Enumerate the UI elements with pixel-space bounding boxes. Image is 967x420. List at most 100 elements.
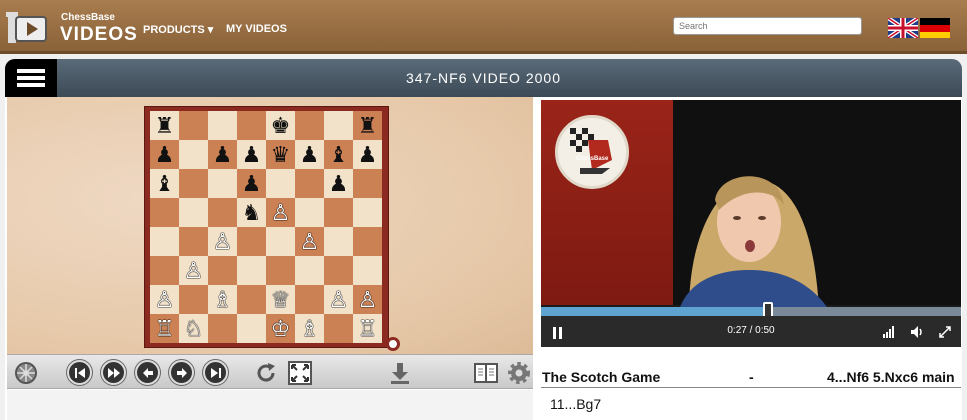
previous-move-icon[interactable]	[135, 360, 160, 385]
first-move-icon[interactable]	[67, 360, 92, 385]
board-square[interactable]	[179, 169, 208, 198]
board-square[interactable]: ♟	[353, 140, 382, 169]
fullscreen-video-icon[interactable]	[939, 325, 951, 343]
board-square[interactable]: ♙	[295, 227, 324, 256]
video-progress-bar[interactable]	[541, 302, 961, 321]
board-square[interactable]: ♜	[150, 111, 179, 140]
board-square[interactable]	[208, 256, 237, 285]
notation-book-icon[interactable]	[473, 360, 498, 385]
board-square[interactable]: ♖	[353, 314, 382, 343]
board-square[interactable]	[324, 198, 353, 227]
uk-flag-icon[interactable]	[888, 18, 918, 38]
board-square[interactable]: ♟	[208, 140, 237, 169]
board-square[interactable]: ♙	[324, 285, 353, 314]
board-square[interactable]: ♙	[208, 227, 237, 256]
board-squares[interactable]: ♜ ♚ ♜ ♟ ♟ ♟ ♛ ♟ ♝ ♟ ♝ ♟ ♟ ♞ ♙ ♙ ♙ ♙ ♙ ♗ ♕ ♙ ♙ ♖ ♘ ♔ ♗ ♖	[150, 111, 382, 343]
fast-forward-icon[interactable]	[101, 360, 126, 385]
board-square[interactable]	[150, 198, 179, 227]
chess-piece[interactable]: ♕	[271, 288, 291, 311]
board-square[interactable]: ♙	[266, 198, 295, 227]
board-square[interactable]	[237, 227, 266, 256]
chess-piece[interactable]: ♖	[155, 317, 175, 340]
chess-piece[interactable]: ♟	[300, 143, 320, 166]
board-square[interactable]: ♟	[295, 140, 324, 169]
board-square[interactable]: ♙	[353, 285, 382, 314]
chess-piece[interactable]: ♗	[300, 317, 320, 340]
board-square[interactable]: ♟	[324, 169, 353, 198]
board-square[interactable]	[179, 111, 208, 140]
next-move-icon[interactable]	[169, 360, 194, 385]
chess-piece[interactable]: ♜	[155, 114, 175, 137]
chess-piece[interactable]: ♟	[155, 143, 175, 166]
chess-piece[interactable]: ♟	[242, 172, 262, 195]
board-square[interactable]	[295, 198, 324, 227]
board-square[interactable]: ♛	[266, 140, 295, 169]
board-square[interactable]: ♟	[150, 140, 179, 169]
fullscreen-icon[interactable]	[287, 360, 312, 385]
volume-icon[interactable]	[911, 325, 925, 343]
nav-products[interactable]: PRODUCTS ▾	[143, 23, 213, 36]
board-square[interactable]	[208, 169, 237, 198]
chess-piece[interactable]: ♞	[242, 201, 262, 224]
chess-piece[interactable]: ♙	[155, 288, 175, 311]
board-square[interactable]	[237, 285, 266, 314]
video-player[interactable]: ChessBase 0:27 / 0:50	[541, 100, 961, 347]
chess-piece[interactable]: ♟	[213, 143, 233, 166]
board-square[interactable]: ♟	[237, 140, 266, 169]
board-square[interactable]	[295, 256, 324, 285]
board-square[interactable]	[179, 285, 208, 314]
chess-piece[interactable]: ♝	[155, 172, 175, 195]
chess-piece[interactable]: ♘	[184, 317, 204, 340]
chess-piece[interactable]: ♙	[184, 259, 204, 282]
board-square[interactable]	[266, 256, 295, 285]
board-square[interactable]	[150, 227, 179, 256]
board-square[interactable]: ♔	[266, 314, 295, 343]
chess-piece[interactable]: ♙	[213, 230, 233, 253]
board-square[interactable]	[295, 169, 324, 198]
board-square[interactable]	[237, 111, 266, 140]
board-square[interactable]	[324, 111, 353, 140]
board-square[interactable]	[208, 314, 237, 343]
board-square[interactable]: ♞	[237, 198, 266, 227]
quality-icon[interactable]	[883, 325, 895, 343]
last-move-icon[interactable]	[203, 360, 228, 385]
wheel-icon[interactable]	[13, 360, 38, 385]
chess-piece[interactable]: ♙	[271, 201, 291, 224]
board-square[interactable]	[237, 256, 266, 285]
board-square[interactable]: ♘	[179, 314, 208, 343]
board-square[interactable]	[324, 314, 353, 343]
chess-piece[interactable]: ♙	[329, 288, 349, 311]
board-square[interactable]	[266, 227, 295, 256]
board-square[interactable]: ♙	[150, 285, 179, 314]
board-square[interactable]	[295, 111, 324, 140]
chess-piece[interactable]: ♝	[329, 143, 349, 166]
current-move[interactable]: 11...Bg7	[550, 396, 601, 412]
board-square[interactable]	[295, 285, 324, 314]
board-square[interactable]	[179, 227, 208, 256]
board-square[interactable]: ♗	[208, 285, 237, 314]
chess-board[interactable]: ♜ ♚ ♜ ♟ ♟ ♟ ♛ ♟ ♝ ♟ ♝ ♟ ♟ ♞ ♙ ♙ ♙ ♙ ♙ ♗ ♕ ♙ ♙ ♖ ♘ ♔ ♗ ♖	[144, 106, 400, 351]
board-square[interactable]	[266, 169, 295, 198]
board-square[interactable]	[179, 198, 208, 227]
germany-flag-icon[interactable]	[920, 18, 950, 38]
board-square[interactable]: ♖	[150, 314, 179, 343]
chess-piece[interactable]: ♗	[213, 288, 233, 311]
board-square[interactable]: ♜	[353, 111, 382, 140]
board-square[interactable]: ♗	[295, 314, 324, 343]
chess-piece[interactable]: ♙	[300, 230, 320, 253]
search-input[interactable]	[673, 17, 862, 35]
download-icon[interactable]	[387, 360, 412, 385]
chess-piece[interactable]: ♖	[358, 317, 378, 340]
chess-piece[interactable]: ♟	[242, 143, 262, 166]
board-square[interactable]: ♙	[179, 256, 208, 285]
board-square[interactable]	[353, 169, 382, 198]
board-square[interactable]	[324, 256, 353, 285]
nav-my-videos[interactable]: MY VIDEOS	[226, 23, 287, 35]
board-square[interactable]: ♝	[324, 140, 353, 169]
board-square[interactable]	[179, 140, 208, 169]
chess-piece[interactable]: ♙	[358, 288, 378, 311]
chess-piece[interactable]: ♟	[358, 143, 378, 166]
board-square[interactable]: ♕	[266, 285, 295, 314]
board-square[interactable]	[353, 256, 382, 285]
board-square[interactable]	[208, 111, 237, 140]
